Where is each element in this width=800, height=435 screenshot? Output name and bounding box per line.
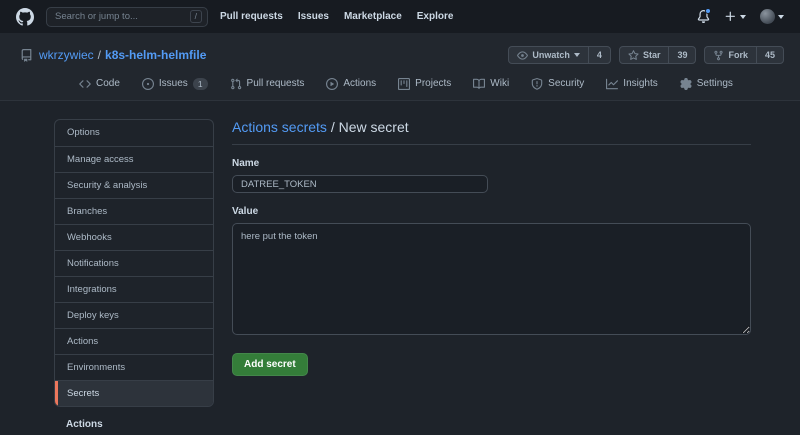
notifications-button[interactable] bbox=[697, 8, 711, 23]
sidebar-item-deploy-keys[interactable]: Deploy keys bbox=[55, 302, 213, 328]
search-input[interactable] bbox=[55, 11, 184, 22]
tab-issues[interactable]: Issues 1 bbox=[133, 67, 217, 100]
tab-code-label: Code bbox=[96, 78, 120, 89]
tab-wiki[interactable]: Wiki bbox=[464, 67, 518, 100]
repo-separator: / bbox=[97, 48, 102, 62]
settings-sidebar: Options Manage access Security & analysi… bbox=[54, 119, 214, 430]
tab-security[interactable]: Security bbox=[522, 67, 593, 100]
code-icon bbox=[79, 79, 91, 88]
eye-icon bbox=[517, 50, 529, 60]
new-secret-panel: Actions secrets / New secret Name Value … bbox=[232, 119, 751, 430]
play-circle-icon bbox=[326, 77, 339, 90]
user-menu-button[interactable] bbox=[760, 9, 784, 24]
issue-opened-icon bbox=[141, 77, 154, 90]
add-secret-button[interactable]: Add secret bbox=[232, 353, 308, 376]
global-search[interactable]: / bbox=[46, 6, 208, 27]
tab-pull-requests[interactable]: Pull requests bbox=[221, 67, 314, 100]
settings-body: Options Manage access Security & analysi… bbox=[0, 101, 800, 430]
plus-icon bbox=[725, 11, 735, 21]
repo-social-buttons: Unwatch 4 Star 39 Fork 45 bbox=[508, 46, 784, 64]
book-icon bbox=[473, 78, 486, 89]
breadcrumb-current: New secret bbox=[338, 119, 409, 135]
unwatch-label: Unwatch bbox=[532, 50, 570, 60]
repo-owner-link[interactable]: wkrzywiec bbox=[39, 48, 94, 62]
tab-projects-label: Projects bbox=[415, 78, 452, 89]
sidebar-item-actions[interactable]: Actions bbox=[55, 328, 213, 354]
nav-marketplace[interactable]: Marketplace bbox=[344, 11, 402, 22]
tab-projects[interactable]: Projects bbox=[389, 67, 460, 100]
unread-notification-dot bbox=[705, 8, 711, 14]
breadcrumb-separator: / bbox=[330, 119, 335, 135]
watch-count[interactable]: 4 bbox=[587, 47, 610, 63]
sidebar-item-notifications[interactable]: Notifications bbox=[55, 250, 213, 276]
issues-count-badge: 1 bbox=[192, 77, 208, 90]
unwatch-button-label-wrap: Unwatch bbox=[509, 47, 588, 63]
tab-actions[interactable]: Actions bbox=[317, 67, 385, 100]
github-logo-icon[interactable] bbox=[16, 7, 34, 26]
sidebar-item-manage-access[interactable]: Manage access bbox=[55, 146, 213, 172]
fork-icon bbox=[714, 50, 724, 60]
tab-insights-label: Insights bbox=[623, 78, 658, 89]
breadcrumb-actions-secrets-link[interactable]: Actions secrets bbox=[232, 119, 327, 135]
avatar bbox=[760, 9, 775, 24]
settings-nav-list: Options Manage access Security & analysi… bbox=[54, 119, 214, 407]
page-title: Actions secrets / New secret bbox=[232, 119, 751, 145]
sidebar-section-header-actions: Actions bbox=[66, 419, 103, 430]
unwatch-button[interactable]: Unwatch 4 bbox=[508, 46, 611, 64]
project-icon bbox=[398, 77, 411, 90]
sidebar-item-branches[interactable]: Branches bbox=[55, 198, 213, 224]
name-label: Name bbox=[232, 158, 260, 169]
tab-settings-label: Settings bbox=[696, 78, 733, 89]
sidebar-item-webhooks[interactable]: Webhooks bbox=[55, 224, 213, 250]
sidebar-item-options[interactable]: Options bbox=[55, 120, 213, 146]
sidebar-item-environments[interactable]: Environments bbox=[55, 354, 213, 380]
sidebar-item-secrets[interactable]: Secrets bbox=[55, 380, 213, 406]
nav-explore[interactable]: Explore bbox=[417, 11, 454, 22]
secret-name-input[interactable] bbox=[232, 175, 488, 193]
caret-down-icon bbox=[573, 53, 580, 57]
repo-title-row: wkrzywiec / k8s-helm-helmfile Unwatch 4 … bbox=[0, 43, 800, 67]
pull-request-icon bbox=[230, 77, 241, 89]
header-right-controls bbox=[697, 8, 784, 24]
header-nav: Pull requests Issues Marketplace Explore bbox=[220, 11, 453, 22]
tab-actions-label: Actions bbox=[343, 78, 377, 89]
star-button[interactable]: Star 39 bbox=[618, 46, 697, 64]
sidebar-item-security-analysis[interactable]: Security & analysis bbox=[55, 172, 213, 198]
shield-icon bbox=[531, 77, 543, 90]
tab-code[interactable]: Code bbox=[70, 67, 129, 100]
tab-pull-requests-label: Pull requests bbox=[246, 78, 305, 89]
secret-value-textarea[interactable]: here put the token bbox=[232, 223, 751, 335]
repo-tabs: Code Issues 1 Pull requests Actions Proj… bbox=[0, 67, 800, 100]
nav-issues[interactable]: Issues bbox=[298, 11, 329, 22]
repo-pagehead: wkrzywiec / k8s-helm-helmfile Unwatch 4 … bbox=[0, 33, 800, 101]
sidebar-item-integrations[interactable]: Integrations bbox=[55, 276, 213, 302]
fork-button-label-wrap: Fork bbox=[705, 47, 756, 63]
caret-down-icon bbox=[740, 14, 746, 19]
tab-settings[interactable]: Settings bbox=[671, 67, 742, 100]
tab-insights[interactable]: Insights bbox=[597, 67, 666, 100]
tab-security-label: Security bbox=[548, 78, 585, 89]
tab-issues-label: Issues bbox=[158, 78, 188, 89]
star-icon bbox=[628, 49, 639, 60]
repo-name-link[interactable]: k8s-helm-helmfile bbox=[105, 48, 206, 62]
star-button-label-wrap: Star bbox=[620, 47, 669, 63]
fork-label: Fork bbox=[728, 50, 748, 60]
caret-down-icon bbox=[778, 14, 784, 19]
slash-shortcut-key: / bbox=[189, 10, 202, 23]
repo-icon bbox=[20, 48, 33, 62]
top-header: / Pull requests Issues Marketplace Explo… bbox=[0, 0, 800, 33]
fork-count[interactable]: 45 bbox=[755, 47, 783, 63]
value-label: Value bbox=[232, 206, 259, 217]
fork-button[interactable]: Fork 45 bbox=[704, 46, 784, 64]
create-new-button[interactable] bbox=[724, 10, 746, 23]
star-label: Star bbox=[642, 50, 661, 60]
nav-pull-requests[interactable]: Pull requests bbox=[220, 11, 283, 22]
gear-icon bbox=[680, 77, 692, 90]
star-count[interactable]: 39 bbox=[668, 47, 695, 63]
graph-icon bbox=[606, 78, 619, 89]
tab-wiki-label: Wiki bbox=[490, 78, 510, 89]
